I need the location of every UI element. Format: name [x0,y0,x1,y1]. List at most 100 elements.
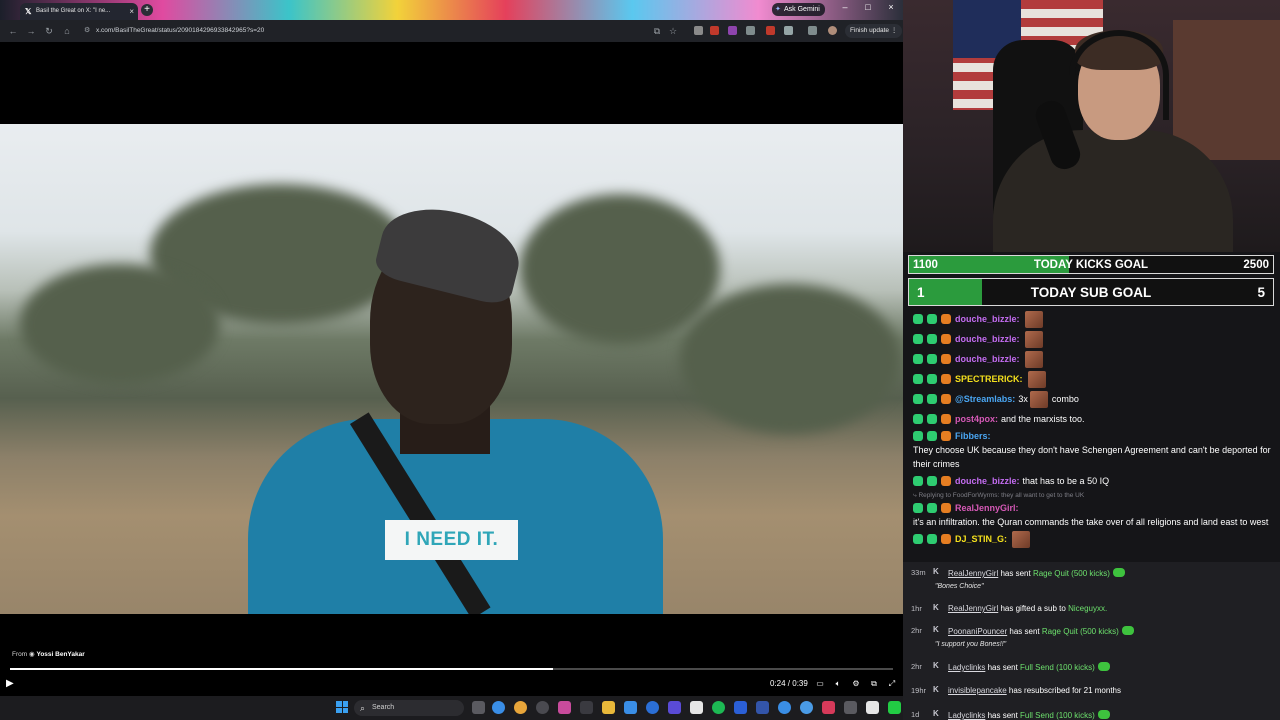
tab-close-icon[interactable]: × [129,3,134,20]
chat-message: RealJennyGirl: it's an infiltration. the … [913,501,1275,529]
pip-icon[interactable]: ⧉ [868,678,880,690]
event-action: has sent [998,569,1033,578]
extension-icon[interactable] [766,26,775,35]
chat-badge-icon [927,314,937,324]
bookmark-star-icon[interactable]: ☆ [666,24,680,38]
app-icon[interactable] [624,701,637,714]
minimize-icon[interactable]: – [838,2,852,12]
file-explorer-icon[interactable] [602,701,615,714]
chat-username[interactable]: douche_bizzle: [955,332,1020,346]
fullscreen-icon[interactable]: ⤢ [886,678,898,690]
extension-icon[interactable] [710,26,719,35]
tab-title: Basil the Great on X: "I ne... [36,8,111,14]
profile-avatar[interactable] [828,26,837,35]
app-icon[interactable] [844,701,857,714]
address-bar[interactable]: ⚙ x.com/BasilTheGreat/status/20901842969… [78,23,644,39]
volume-icon[interactable]: 🔈︎ [832,678,844,690]
kick-app-icon[interactable] [888,701,901,714]
event-username[interactable]: PoonaniPouncer [948,627,1007,636]
video-player[interactable]: I NEED IT. From ◉ Yossi BenYakar ▶ 0:24 … [0,42,903,696]
app-icon[interactable] [536,701,549,714]
app-icon[interactable] [778,701,791,714]
event-username[interactable]: RealJennyGirl [948,569,998,578]
site-info-icon[interactable]: ⚙ [84,23,90,39]
app-icon[interactable] [558,701,571,714]
ask-gemini-button[interactable]: Ask Gemini [772,3,825,16]
copilot-icon[interactable] [492,701,505,714]
event-item: Rage Quit (500 kicks) [1032,569,1110,578]
chat-badge-icon [941,476,951,486]
event-time: 1d [911,710,920,719]
home-icon[interactable]: ⌂ [60,24,74,38]
event-text: invisiblepancake has resubscribed for 21… [948,686,1121,695]
finish-update-button[interactable]: Finish update ⋮ [845,24,903,38]
event-username[interactable]: RealJennyGirl [948,604,998,613]
app-icon[interactable] [800,701,813,714]
kick-k-icon: K [933,709,939,718]
url-text: x.com/BasilTheGreat/status/2090184296933… [96,27,265,34]
maximize-icon[interactable]: □ [861,2,875,12]
chat-badge-icon [941,414,951,424]
chat-badge-icon [927,431,937,441]
chat-feed: douche_bizzle: douche_bizzle: douche_bizzl… [913,309,1275,559]
chat-badge-icon [927,394,937,404]
close-window-icon[interactable]: × [884,2,898,12]
chat-username[interactable]: @Streamlabs: [955,392,1015,406]
video-frame[interactable]: I NEED IT. [0,124,903,614]
chat-message: Fibbers: They choose UK because they don'… [913,429,1275,471]
chat-username[interactable]: RealJennyGirl: [955,501,1019,515]
edge-icon[interactable] [646,701,659,714]
start-button-icon[interactable] [336,701,348,713]
reload-icon[interactable]: ↻ [42,24,56,38]
event-username[interactable]: Ladyclinks [948,663,985,672]
taskbar-search[interactable]: Search [354,700,464,716]
source-user[interactable]: Yossi BenYakar [36,651,84,658]
install-icon[interactable]: ⧉ [650,24,664,38]
chat-text: that has to be a 50 IQ [1022,476,1110,486]
app-icon[interactable] [580,701,593,714]
chrome-icon[interactable] [514,701,527,714]
video-source-credit: From ◉ Yossi BenYakar [12,651,85,658]
tab-x-post[interactable]: 𝕏 Basil the Great on X: "I ne... × [20,3,138,20]
new-tab-button[interactable]: + [141,4,153,16]
chat-username[interactable]: douche_bizzle: [955,474,1020,488]
app-icon[interactable] [690,701,703,714]
chat-username[interactable]: douche_bizzle: [955,352,1020,366]
extension-icon[interactable] [694,26,703,35]
video-progress-bar[interactable] [10,668,893,670]
browser-window: 𝕏 Basil the Great on X: "I ne... × + Ask… [0,0,903,696]
chat-username[interactable]: douche_bizzle: [955,312,1020,326]
forward-icon[interactable]: → [24,24,38,38]
extension-icon[interactable] [746,26,755,35]
play-icon[interactable]: ▶ [6,678,18,690]
event-time: 19hr [911,686,927,695]
app-icon[interactable] [866,701,879,714]
kicks-goal-target: 2500 [1243,259,1269,271]
chat-text: combo [1051,394,1079,404]
kick-k-icon: K [933,661,939,670]
app-icon[interactable] [668,701,681,714]
event-username[interactable]: invisiblepancake [948,686,1007,695]
chat-badge-icon [913,394,923,404]
app-icon[interactable] [822,701,835,714]
app-icon[interactable] [734,701,747,714]
captions-icon[interactable]: ▭ [814,678,826,690]
event-username[interactable]: Ladyclinks [948,711,985,720]
settings-gear-icon[interactable]: ⚙ [850,678,862,690]
chat-username[interactable]: post4pox: [955,412,998,426]
spotify-icon[interactable] [712,701,725,714]
event-row: 19hr Kinvisiblepancake has resubscribed f… [903,684,1280,704]
chat-username[interactable]: DJ_STIN_G: [955,532,1007,546]
chat-text: They choose UK because they don't have S… [913,445,1271,469]
extension-icon[interactable] [808,26,817,35]
chat-username[interactable]: Fibbers: [955,429,991,443]
premiere-icon[interactable] [756,701,769,714]
extensions-puzzle-icon[interactable] [784,26,793,35]
chat-username[interactable]: SPECTRERICK: [955,372,1023,386]
chat-emote-icon [1029,390,1048,408]
back-icon[interactable]: ← [6,24,20,38]
task-view-icon[interactable] [472,701,485,714]
event-text: Ladyclinks has sent Full Send (100 kicks… [948,662,1110,672]
extension-icon[interactable] [728,26,737,35]
chat-message: douche_bizzle: [913,309,1275,329]
